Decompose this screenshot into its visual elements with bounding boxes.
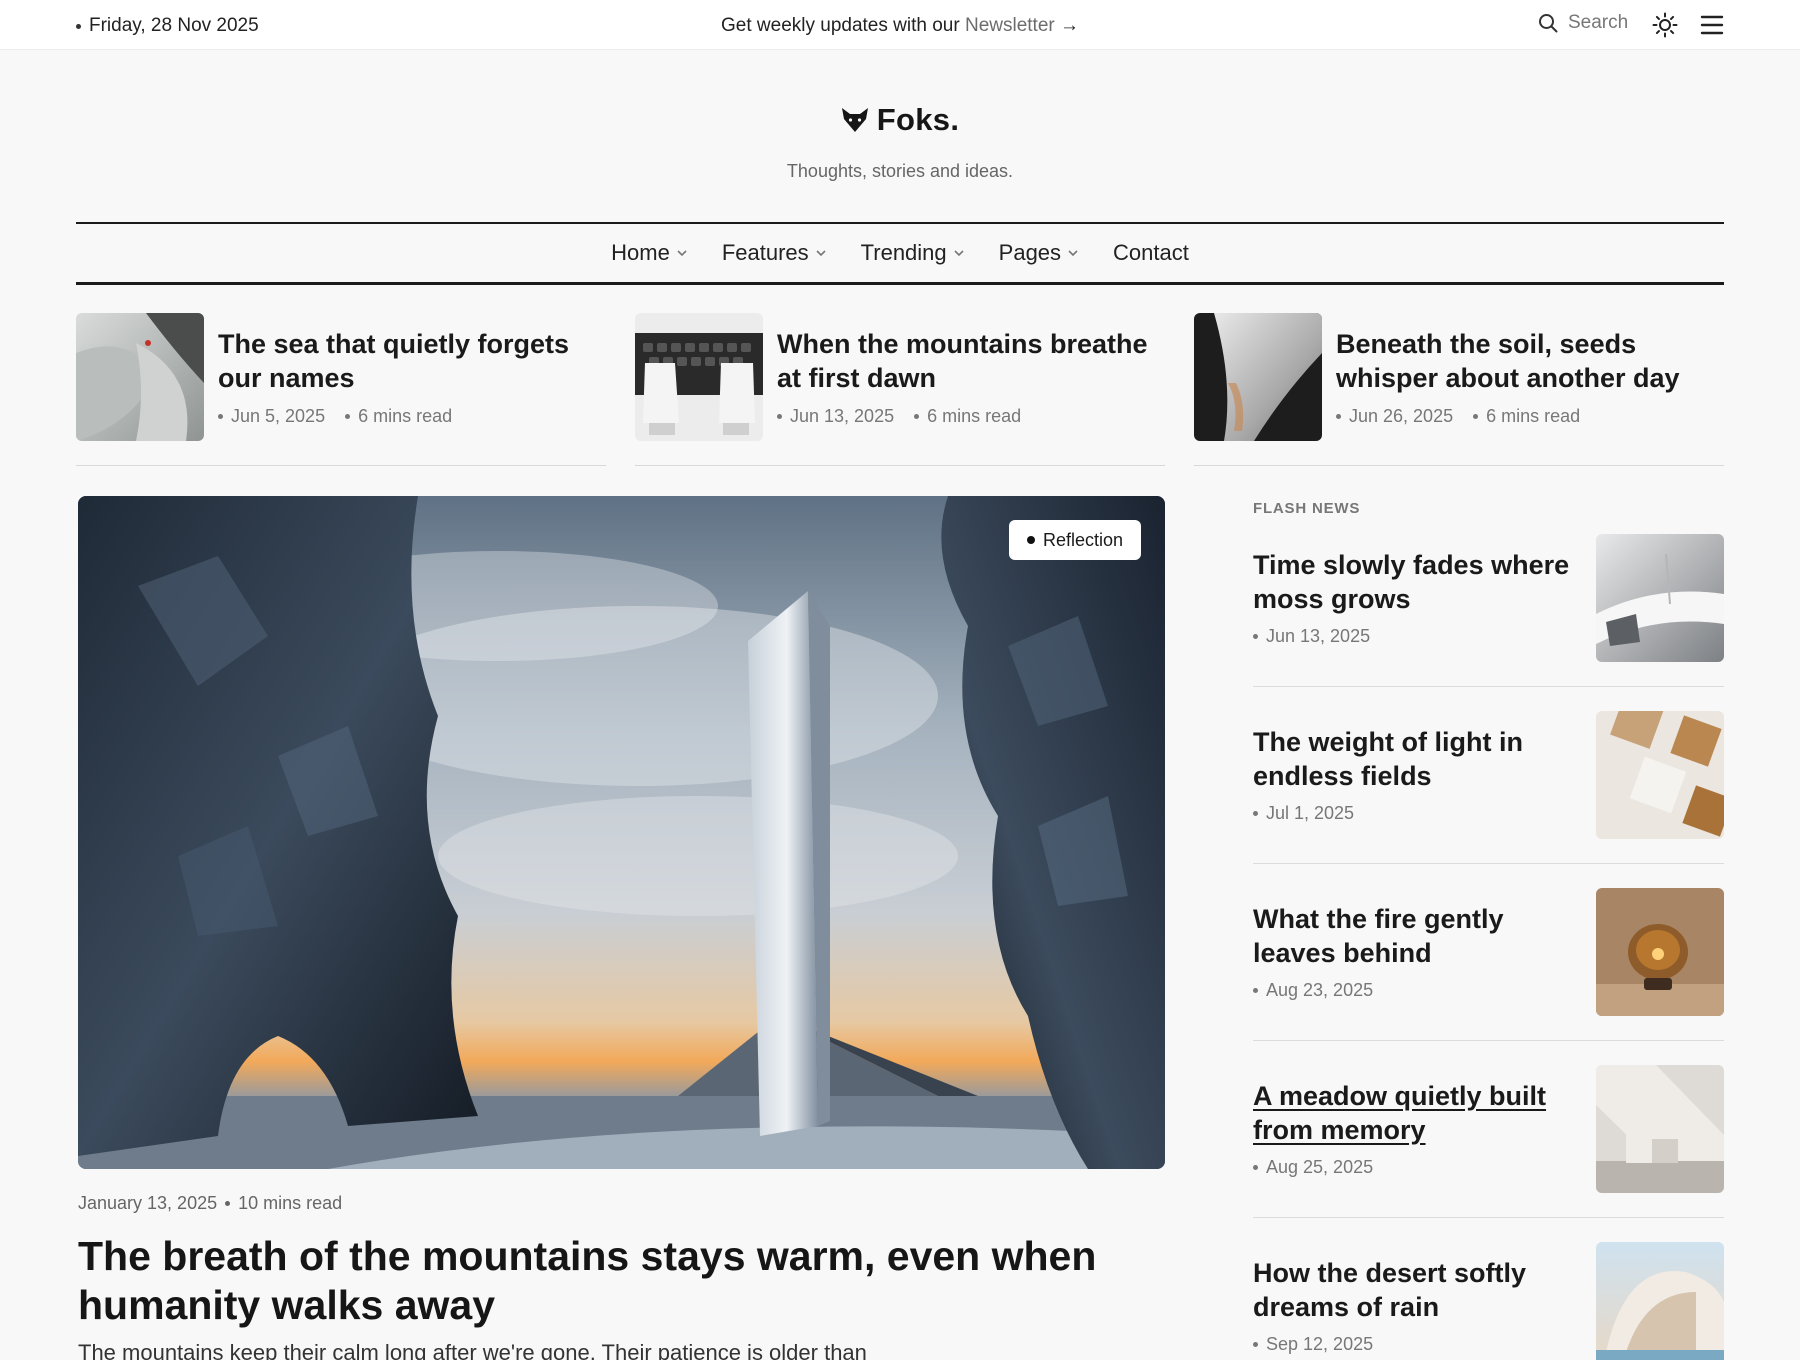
bullet-icon <box>1336 414 1341 419</box>
chevron-down-icon <box>1068 250 1078 257</box>
site-logo[interactable]: Foks. <box>0 102 1800 138</box>
story-thumbnail-leaf[interactable] <box>76 313 204 441</box>
site-name: Foks. <box>876 102 960 137</box>
story-date: Jun 13, 2025 <box>790 406 895 426</box>
bullet-icon <box>777 414 782 419</box>
flash-news-item[interactable]: A meadow quietly built from memory Aug 2… <box>1253 1065 1724 1218</box>
flash-news-thumbnail[interactable] <box>1596 1065 1724 1193</box>
main-navigation: Home Features Trending Pages Contact <box>76 222 1724 285</box>
flash-news-thumbnail[interactable] <box>1596 888 1724 1016</box>
flash-news-meta: Jun 13, 2025 <box>1253 626 1370 647</box>
nav-item-pages[interactable]: Pages <box>999 240 1079 266</box>
top-bar: Friday, 28 Nov 2025 Get weekly updates w… <box>0 0 1800 50</box>
nav-label: Home <box>611 240 670 265</box>
story-date: Jun 5, 2025 <box>231 406 326 426</box>
nav-label: Pages <box>998 240 1062 265</box>
flash-news-item[interactable]: What the fire gently leaves behind Aug 2… <box>1253 888 1724 1041</box>
search-label: Search <box>1568 12 1629 33</box>
story-read-time: 6 mins read <box>358 406 453 426</box>
flash-news-title[interactable]: The weight of light in endless fields <box>1253 725 1583 793</box>
story-title[interactable]: When the mountains breathe at first dawn <box>777 327 1165 395</box>
promo-text: Get weekly updates with our <box>721 15 960 36</box>
hero-meta: January 13, 2025 10 mins read <box>78 1193 342 1214</box>
hero-landscape-illustration <box>78 496 1165 1169</box>
top-story-card[interactable]: The sea that quietly forgets our names J… <box>76 313 606 466</box>
flash-news-meta: Aug 23, 2025 <box>1253 980 1373 1001</box>
story-title[interactable]: The sea that quietly forgets our names <box>218 327 606 395</box>
bullet-icon <box>1473 414 1479 419</box>
flash-news-date: Aug 23, 2025 <box>1266 980 1374 1000</box>
chevron-down-icon <box>954 250 964 257</box>
story-thumbnail-typewriter[interactable] <box>635 313 763 441</box>
hamburger-menu-icon[interactable] <box>1700 13 1724 37</box>
hero-read-time: 10 mins read <box>238 1193 343 1213</box>
bullet-icon <box>225 1201 231 1206</box>
flash-news-title[interactable]: What the fire gently leaves behind <box>1253 902 1583 970</box>
bullet-icon <box>1026 536 1035 544</box>
newsletter-promo: Get weekly updates with our Newsletter → <box>0 15 1800 37</box>
flash-news-thumbnail[interactable] <box>1596 1242 1724 1360</box>
bullet-icon <box>914 414 920 419</box>
bullet-icon <box>1253 1342 1258 1347</box>
story-meta: Jun 13, 2025 6 mins read <box>777 406 1021 427</box>
flash-news-thumbnail[interactable] <box>1596 711 1724 839</box>
bullet-icon <box>1253 634 1258 639</box>
nav-item-contact[interactable]: Contact <box>1113 240 1189 266</box>
flash-news-date: Sep 12, 2025 <box>1266 1334 1374 1354</box>
fox-logo-icon <box>841 108 868 132</box>
bullet-icon <box>218 414 223 419</box>
flash-news-item[interactable]: Time slowly fades where moss grows Jun 1… <box>1253 534 1724 687</box>
flash-news-item[interactable]: The weight of light in endless fields Ju… <box>1253 711 1724 864</box>
hero-title[interactable]: The breath of the mountains stays warm, … <box>78 1232 1165 1330</box>
hero-excerpt: The mountains keep their calm long after… <box>78 1340 867 1360</box>
flash-news-meta: Sep 12, 2025 <box>1253 1334 1373 1355</box>
flash-news-thumbnail[interactable] <box>1596 534 1724 662</box>
nav-item-home[interactable]: Home <box>611 240 688 266</box>
story-title[interactable]: Beneath the soil, seeds whisper about an… <box>1336 327 1724 395</box>
site-tagline: Thoughts, stories and ideas. <box>786 161 1014 181</box>
chevron-down-icon <box>677 250 687 257</box>
flash-news-title[interactable]: Time slowly fades where moss grows <box>1253 548 1583 616</box>
flash-news-date: Aug 25, 2025 <box>1266 1157 1374 1177</box>
nav-label: Contact <box>1113 240 1189 265</box>
hero-image[interactable]: Reflection <box>78 496 1165 1169</box>
bullet-icon <box>1253 988 1258 993</box>
bullet-icon <box>345 414 351 419</box>
flash-news-meta: Aug 25, 2025 <box>1253 1157 1373 1178</box>
story-read-time: 6 mins read <box>927 406 1022 426</box>
nav-label: Features <box>721 240 809 265</box>
flash-news-date: Jul 1, 2025 <box>1266 803 1355 823</box>
newsletter-link[interactable]: Newsletter <box>965 15 1055 36</box>
story-thumbnail-torn-paper[interactable] <box>1194 313 1322 441</box>
hero-date: January 13, 2025 <box>78 1193 218 1213</box>
top-story-card[interactable]: When the mountains breathe at first dawn… <box>635 313 1165 466</box>
top-story-card[interactable]: Beneath the soil, seeds whisper about an… <box>1194 313 1724 466</box>
nav-item-trending[interactable]: Trending <box>861 240 965 266</box>
sun-icon[interactable] <box>1652 12 1678 38</box>
flash-news-item[interactable]: How the desert softly dreams of rain Sep… <box>1253 1242 1724 1360</box>
nav-item-features[interactable]: Features <box>722 240 827 266</box>
category-badge-label: Reflection <box>1042 529 1123 550</box>
search-icon <box>1539 14 1558 33</box>
chevron-down-icon <box>816 250 826 257</box>
flash-news-meta: Jul 1, 2025 <box>1253 803 1354 824</box>
story-meta: Jun 26, 2025 6 mins read <box>1336 406 1580 427</box>
bullet-icon <box>1253 811 1258 816</box>
flash-news-heading: FLASH NEWS <box>1253 500 1361 517</box>
nav-label: Trending <box>860 240 947 265</box>
search-button[interactable]: Search <box>1538 12 1628 34</box>
story-meta: Jun 5, 2025 6 mins read <box>218 406 452 427</box>
story-read-time: 6 mins read <box>1486 406 1581 426</box>
bullet-icon <box>1253 1165 1258 1170</box>
flash-news-title[interactable]: How the desert softly dreams of rain <box>1253 1256 1583 1324</box>
story-date: Jun 26, 2025 <box>1349 406 1454 426</box>
arrow-right-icon[interactable]: → <box>1060 15 1079 36</box>
category-badge[interactable]: Reflection <box>1008 520 1141 560</box>
flash-news-date: Jun 13, 2025 <box>1266 626 1371 646</box>
flash-news-title[interactable]: A meadow quietly built from memory <box>1253 1079 1583 1147</box>
